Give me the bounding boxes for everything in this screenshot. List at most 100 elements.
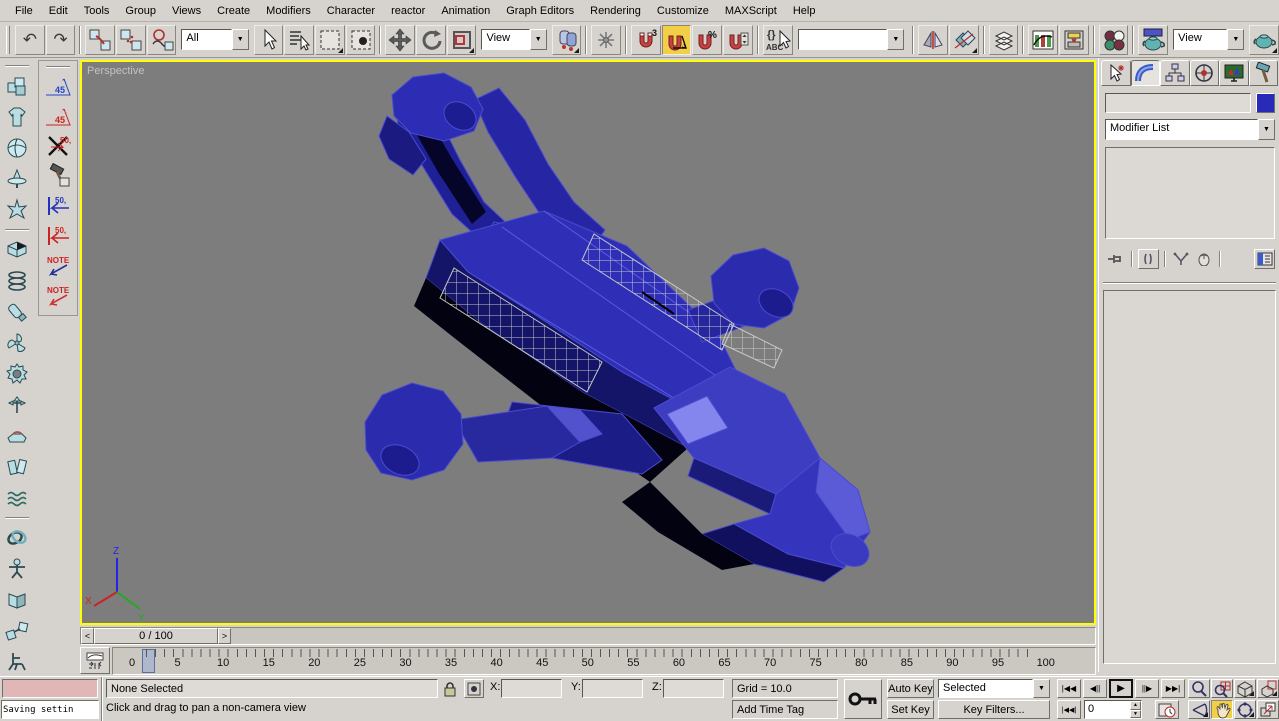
y-coordinate-field[interactable]	[582, 679, 643, 698]
dropdown-arrow-icon[interactable]: ▼	[1258, 119, 1275, 140]
hammer-tool-button[interactable]	[41, 161, 75, 191]
spinner-snap-toggle-button[interactable]	[723, 25, 753, 55]
menu-item[interactable]: Animation	[434, 3, 497, 19]
frame-50-red-button[interactable]: 50,	[41, 221, 75, 251]
rope-collection-button[interactable]	[2, 164, 32, 193]
select-object-button[interactable]	[254, 25, 284, 55]
rectangular-selection-region-button[interactable]	[315, 25, 345, 55]
object-name-field[interactable]	[1105, 93, 1251, 113]
mirror-button[interactable]	[918, 25, 948, 55]
menu-item[interactable]: Help	[786, 3, 823, 19]
previous-frame-slider-button[interactable]: <	[81, 628, 94, 644]
plane-button[interactable]	[2, 235, 32, 264]
select-by-name-button[interactable]	[284, 25, 314, 55]
rollout-area[interactable]	[1103, 290, 1276, 664]
min-max-toggle-button[interactable]	[1257, 700, 1279, 719]
go-to-start-button[interactable]: |◀◀	[1057, 679, 1081, 698]
motor-button[interactable]	[2, 359, 32, 388]
menu-item[interactable]: MAXScript	[718, 3, 784, 19]
tab-modify[interactable]	[1131, 60, 1161, 86]
key-mode-toggle[interactable]: |◀◀|	[1057, 700, 1081, 719]
arc-rotate-button[interactable]	[1234, 700, 1256, 719]
absolute-offset-toggle[interactable]	[464, 679, 484, 698]
select-and-link-button[interactable]	[85, 25, 115, 55]
material-editor-button[interactable]	[1099, 25, 1129, 55]
tab-utilities[interactable]	[1249, 60, 1279, 86]
key-filter-scope-dropdown[interactable]: Selected ▼	[938, 679, 1050, 698]
frame-50-blue-button[interactable]: 50,	[41, 191, 75, 221]
viewport-label[interactable]: Perspective	[87, 65, 144, 77]
wreck-button[interactable]	[2, 648, 32, 677]
spinner-down-icon[interactable]: ▼	[1130, 710, 1141, 719]
tab-display[interactable]	[1219, 60, 1249, 86]
rope-knot-button[interactable]	[2, 523, 32, 552]
time-slider-handle[interactable]: 0 / 100	[94, 628, 218, 644]
curve-editor-button[interactable]	[1028, 25, 1058, 55]
render-type-dropdown[interactable]: View ▼	[1173, 29, 1244, 50]
select-and-scale-button[interactable]	[447, 25, 477, 55]
field-of-view-button[interactable]	[1188, 700, 1210, 719]
x-coordinate-field[interactable]	[501, 679, 562, 698]
time-configuration-button[interactable]	[1155, 700, 1179, 719]
object-color-swatch[interactable]	[1256, 93, 1275, 113]
current-frame-field[interactable]: 0 ▲ ▼	[1084, 700, 1142, 719]
character-button[interactable]	[2, 554, 32, 583]
menu-item[interactable]: Group	[118, 3, 163, 19]
go-to-end-button[interactable]: ▶▶|	[1161, 679, 1185, 698]
menu-item[interactable]: reactor	[384, 3, 432, 19]
menu-item[interactable]: Modifiers	[259, 3, 318, 19]
status-selection-field[interactable]: None Selected	[106, 679, 438, 698]
maxscript-macro-recorder[interactable]	[2, 679, 98, 698]
menu-item[interactable]: Character	[320, 3, 382, 19]
auto-key-button[interactable]: Auto Key	[887, 679, 934, 698]
tab-create[interactable]	[1101, 60, 1131, 86]
dropdown-arrow-icon[interactable]: ▼	[1227, 29, 1244, 50]
snaps-toggle-button[interactable]: 3	[631, 25, 661, 55]
timeline-ruler[interactable]: 0510152025303540455055606570758085909510…	[112, 647, 1096, 675]
angle-snap-45-blue-button[interactable]: 45	[41, 71, 75, 101]
use-pivot-point-center-button[interactable]	[552, 25, 582, 55]
menu-item[interactable]: Edit	[42, 3, 75, 19]
spring-button[interactable]	[2, 266, 32, 295]
named-selection-set-dropdown[interactable]: ▼	[798, 29, 905, 50]
fracture-button[interactable]	[2, 453, 32, 482]
selection-filter-dropdown[interactable]: All ▼	[181, 29, 248, 50]
menu-item[interactable]: Rendering	[583, 3, 648, 19]
fan-button[interactable]	[2, 328, 32, 357]
maxscript-mini-listener[interactable]: Saving settin	[1, 700, 99, 719]
open-mini-curve-editor-button[interactable]	[80, 647, 110, 674]
perspective-viewport[interactable]: Z X Y Perspective	[80, 60, 1096, 625]
next-frame-button[interactable]: ||▶	[1135, 679, 1159, 698]
spinner-up-icon[interactable]: ▲	[1130, 701, 1141, 710]
z-coordinate-field[interactable]	[663, 679, 724, 698]
select-and-move-button[interactable]	[385, 25, 415, 55]
ship-model[interactable]: Z X Y	[82, 62, 1094, 623]
play-button[interactable]: ▶	[1109, 679, 1133, 698]
constraint-button[interactable]	[2, 617, 32, 646]
toy-car-button[interactable]	[2, 422, 32, 451]
tab-hierarchy[interactable]	[1160, 60, 1190, 86]
bind-to-space-warp-button[interactable]	[147, 25, 177, 55]
previous-frame-button[interactable]: ◀||	[1083, 679, 1107, 698]
dropdown-arrow-icon[interactable]: ▼	[887, 29, 904, 50]
rigid-body-collection-button[interactable]	[2, 71, 32, 100]
dropdown-arrow-icon[interactable]: ▼	[530, 29, 547, 50]
next-frame-slider-button[interactable]: >	[218, 628, 231, 644]
selection-lock-toggle[interactable]	[441, 679, 459, 698]
fragment-button[interactable]	[2, 586, 32, 615]
undo-button[interactable]: ↶	[15, 25, 45, 55]
redo-button[interactable]: ↷	[46, 25, 76, 55]
menu-item[interactable]: File	[8, 3, 40, 19]
modifier-list-dropdown[interactable]: Modifier List ▼	[1105, 119, 1275, 140]
dropdown-arrow-icon[interactable]: ▼	[1033, 679, 1050, 698]
show-end-result-button[interactable]	[1138, 249, 1159, 269]
key-filters-button[interactable]: Key Filters...	[938, 700, 1050, 719]
add-time-tag[interactable]: Add Time Tag	[732, 700, 838, 719]
soft-body-collection-button[interactable]	[2, 133, 32, 162]
wind-button[interactable]	[2, 391, 32, 420]
angle-snap-toggle-button[interactable]	[662, 25, 692, 55]
cloth-collection-button[interactable]	[2, 102, 32, 131]
zoom-extents-all-button[interactable]	[1257, 679, 1279, 698]
menu-item[interactable]: Create	[210, 3, 257, 19]
layer-manager-button[interactable]	[989, 25, 1019, 55]
